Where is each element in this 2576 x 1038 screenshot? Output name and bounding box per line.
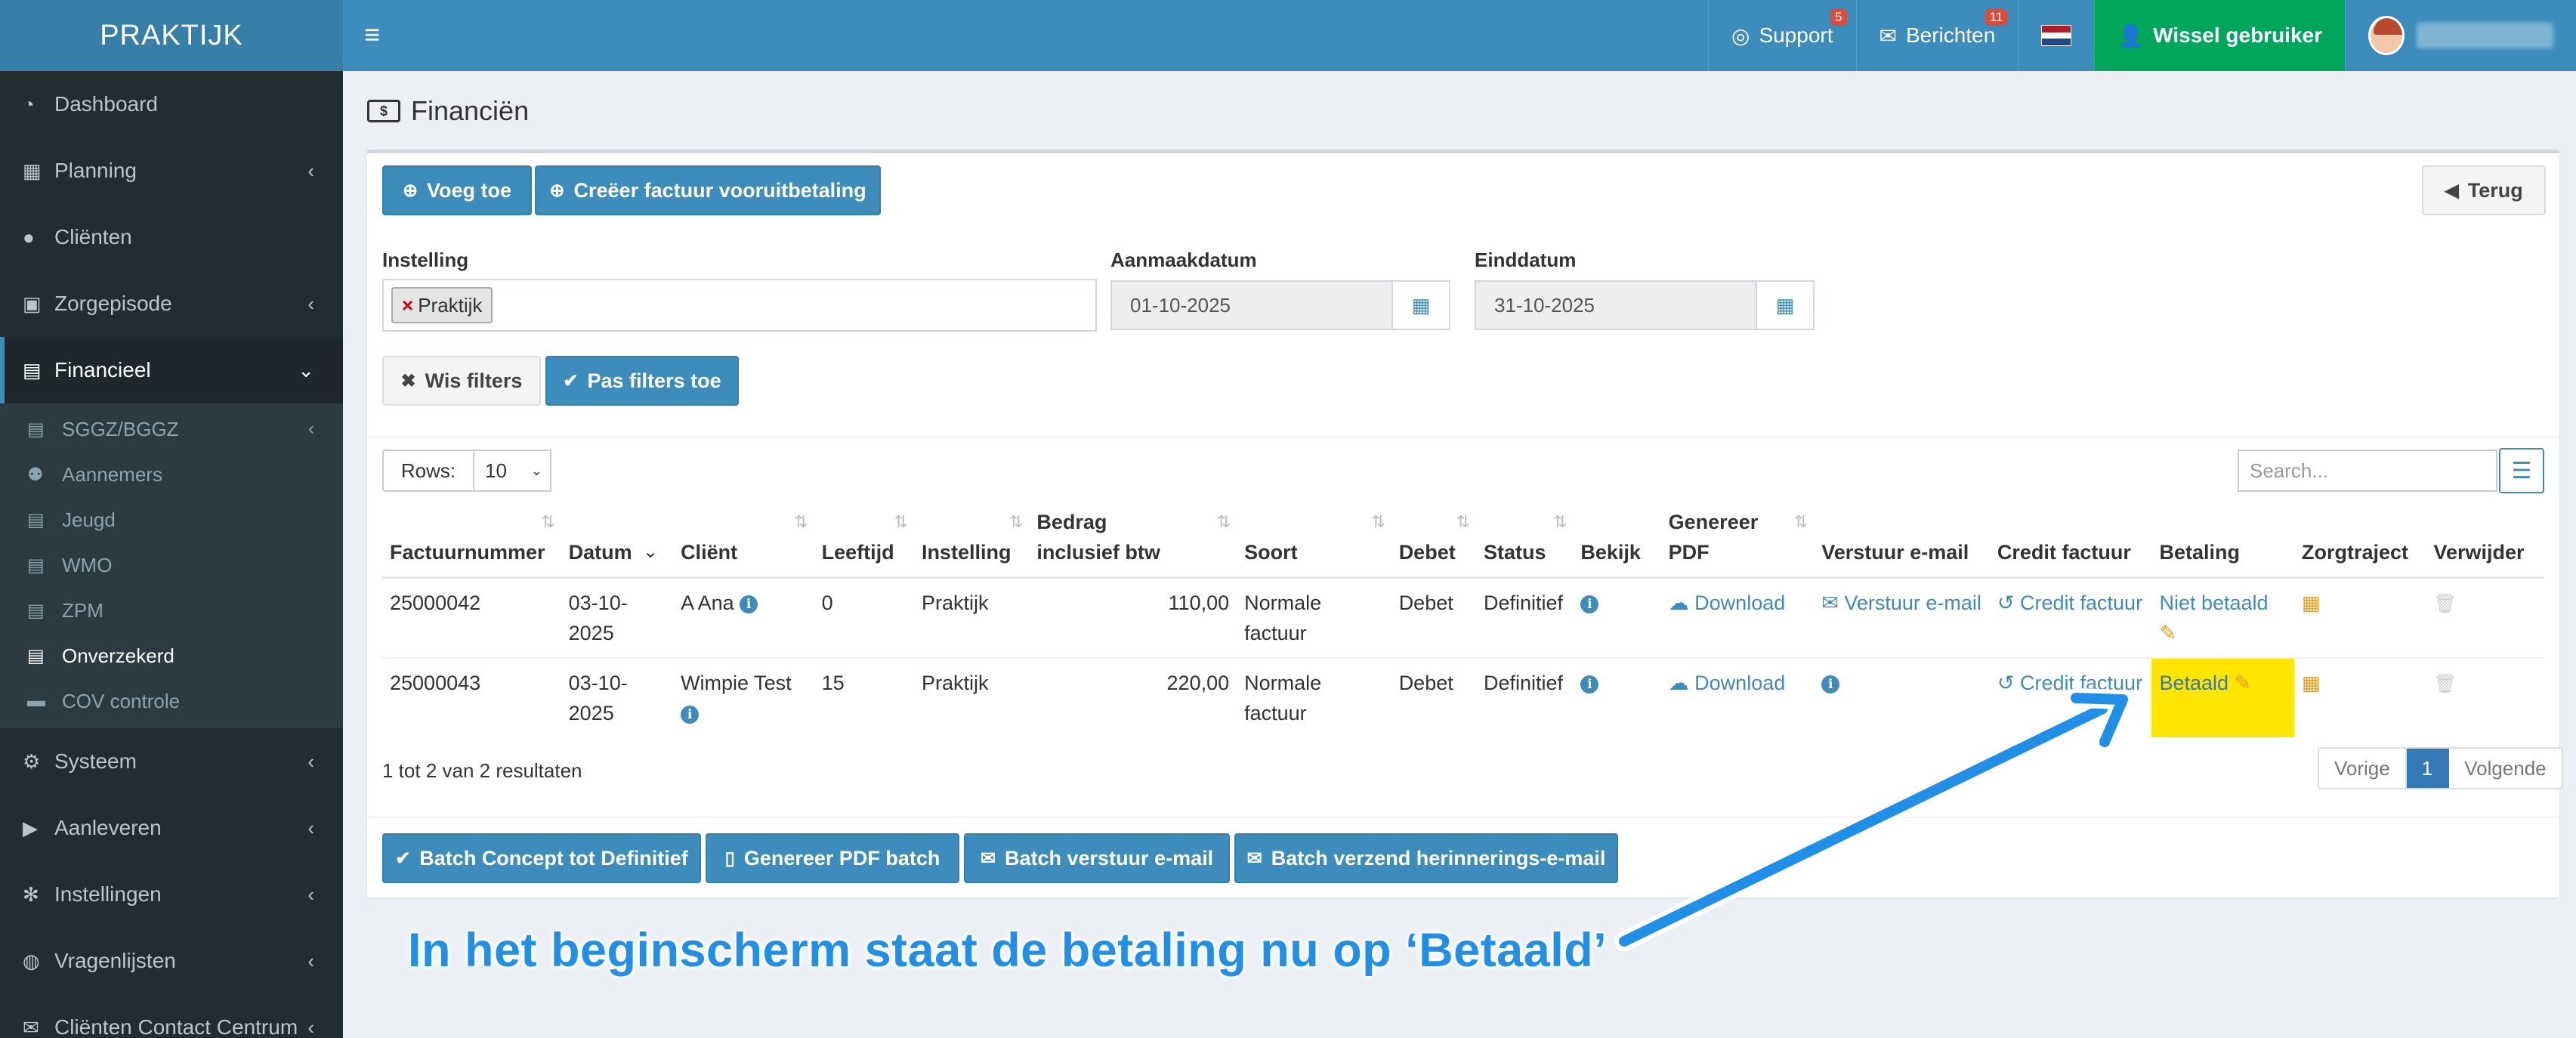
annotation-text: In het beginscherm staat de betaling nu …: [408, 924, 1608, 977]
annotation-arrow: [1614, 688, 2133, 951]
